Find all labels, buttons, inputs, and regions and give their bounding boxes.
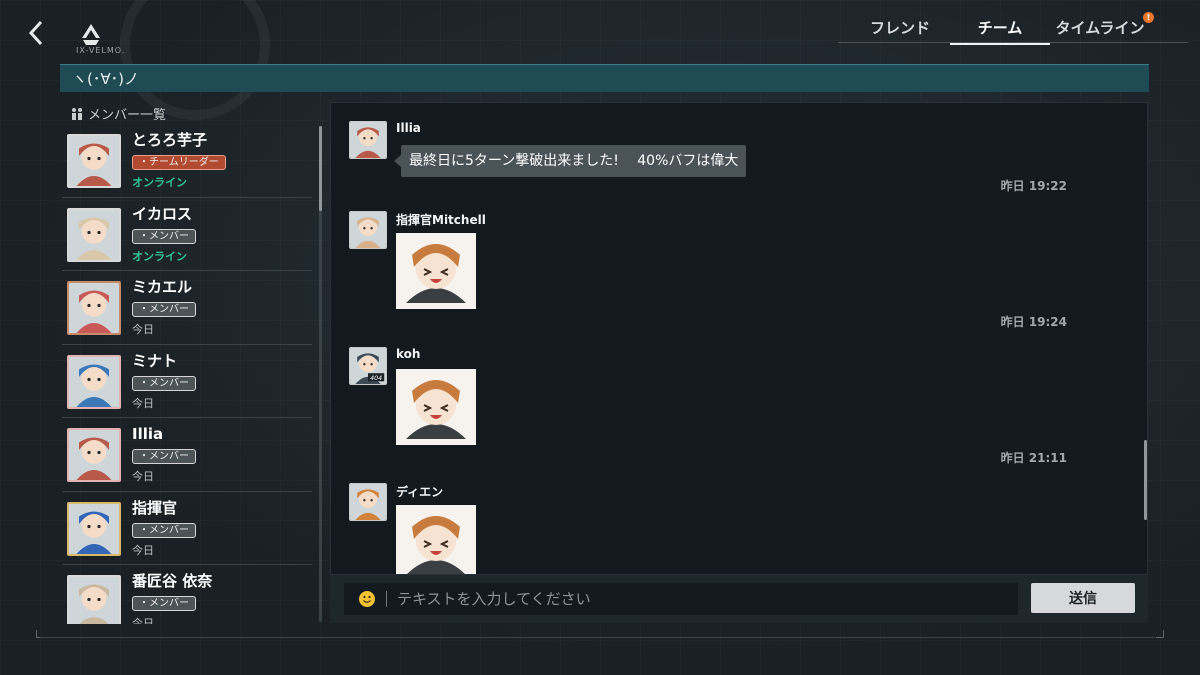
member-role-badge: ・メンバー [132, 522, 196, 538]
member-name: とろろ芋子 [132, 131, 208, 149]
member-role-badge: ・メンバー [132, 596, 196, 611]
message-text-bubble: 最終日に5ターン撃破出来ました! 40%バフは偉大 [393, 145, 747, 177]
message-sender-name: ディエン [396, 485, 444, 499]
member-info: イカロス・メンバーオンライン [132, 204, 196, 264]
tab-team[interactable]: チーム [950, 14, 1050, 45]
chat-scrollbar[interactable] [1144, 440, 1147, 520]
member-info: Illia ・メンバー今日 [132, 424, 196, 484]
chat-panel: Illia 最終日に5ターン撃破出来ました! 40%バフは偉大昨日 19:22 指… [330, 102, 1148, 575]
chevron-left-icon [28, 20, 43, 46]
character-portrait-icon [69, 503, 119, 554]
members-icon [72, 107, 82, 120]
member-row[interactable]: 指揮官・メンバー今日 [62, 492, 312, 565]
member-status: 今日 [132, 470, 154, 483]
member-row[interactable]: 番匠谷 依奈 ・メンバー今日 [62, 565, 312, 624]
member-avatar [67, 134, 121, 188]
member-avatar [67, 575, 121, 624]
member-avatar [67, 281, 121, 335]
message-avatar[interactable] [349, 121, 387, 159]
member-row[interactable]: Illia ・メンバー今日 [62, 418, 312, 492]
frame-corner [1156, 630, 1164, 638]
character-portrait-icon [69, 577, 119, 624]
member-row[interactable]: イカロス・メンバーオンライン [62, 198, 312, 271]
message-avatar[interactable] [349, 211, 387, 249]
character-portrait-icon [69, 136, 119, 186]
chat-input-box [344, 583, 1018, 615]
member-list: とろろ芋子 ・チームリーダー オンライン イカロス ・メンバー オンライン ミカエル ・メ… [62, 124, 312, 624]
member-name: Illia [132, 425, 164, 443]
member-avatar [67, 501, 121, 556]
logo-text: IX-VELMO. [76, 46, 126, 55]
member-role-badge: ・メンバー [132, 302, 196, 317]
member-row[interactable]: ミカエル・メンバー今日 [62, 271, 312, 345]
character-portrait-icon [69, 430, 119, 480]
avatar-badge-text: 404 [370, 375, 382, 382]
input-separator [386, 591, 387, 607]
member-status: オンライン [132, 176, 187, 189]
member-info: とろろ芋子・チームリーダー オンライン [132, 130, 226, 190]
member-role-badge: ・メンバー [132, 375, 196, 391]
message-avatar[interactable]: 404 [349, 347, 387, 385]
member-avatar [67, 428, 121, 482]
message-timestamp: 昨日 21:11 [1000, 451, 1067, 465]
chibi-girl-heart-sticker-icon [396, 505, 476, 574]
frame-bottom-line [40, 637, 1155, 638]
member-name: 番匠谷 依奈 [132, 572, 213, 590]
chibi-girl-laughing-sticker-icon [396, 369, 476, 445]
member-status: 今日 [132, 543, 154, 557]
member-status: オンライン [132, 249, 187, 263]
send-button[interactable]: 送信 [1031, 583, 1135, 613]
member-role-badge: ・メンバー [132, 449, 196, 464]
team-name: ヽ(･∀･)ノ [72, 70, 139, 88]
character-portrait-icon [69, 209, 119, 260]
member-row[interactable]: ミナト・メンバー今日 [62, 345, 312, 418]
top-tabs: フレンド チーム タイムライン ! [850, 12, 1154, 45]
members-header: メンバー一覧 [70, 104, 166, 123]
emoji-icon[interactable] [358, 590, 376, 608]
message-sticker[interactable] [396, 505, 476, 574]
member-row[interactable]: とろろ芋子・チームリーダー オンライン [62, 124, 312, 198]
member-status: 今日 [132, 396, 154, 410]
tab-friends[interactable]: フレンド [850, 14, 950, 42]
notification-badge: ! [1143, 12, 1154, 23]
message-sender-name: 指揮官Mitchell [396, 213, 486, 227]
character-portrait-icon [69, 356, 119, 407]
chibi-girl-smiling-sticker-icon [396, 233, 476, 309]
character-portrait-icon [350, 484, 386, 520]
tab-divider [838, 42, 1188, 43]
member-name: 指揮官 [132, 498, 178, 517]
character-portrait-icon [69, 283, 119, 333]
message-avatar[interactable] [349, 483, 387, 521]
members-title: メンバー一覧 [88, 108, 167, 123]
character-portrait-icon: 404 [350, 348, 386, 384]
tab-timeline[interactable]: タイムライン ! [1050, 12, 1154, 42]
member-role-badge: ・メンバー [132, 228, 196, 244]
member-status: 今日 [132, 323, 154, 336]
message-timestamp: 昨日 19:22 [1000, 179, 1067, 193]
member-list-scrollbar[interactable] [319, 126, 322, 211]
message-sticker[interactable] [396, 369, 476, 445]
member-name: イカロス [132, 204, 193, 223]
member-info: 指揮官・メンバー今日 [132, 498, 196, 558]
member-name: ミカエル [132, 278, 193, 296]
character-portrait-icon [350, 122, 386, 158]
chat-text-input[interactable] [397, 590, 987, 608]
member-avatar [67, 207, 121, 262]
member-info: ミカエル・メンバー今日 [132, 277, 196, 337]
message-timestamp: 昨日 19:24 [1000, 315, 1067, 329]
member-info: ミナト・メンバー今日 [132, 351, 196, 411]
member-name: ミナト [132, 351, 178, 370]
member-avatar [67, 354, 121, 409]
message-sender-name: koh [396, 347, 421, 361]
member-info: 番匠谷 依奈 ・メンバー今日 [132, 571, 212, 624]
team-name-bar: ヽ(･∀･)ノ [60, 64, 1149, 92]
message-sticker[interactable] [396, 233, 476, 309]
chat-input-bar: 送信 [330, 575, 1148, 623]
back-button[interactable] [22, 18, 50, 48]
leader-role-badge: ・チームリーダー [132, 155, 226, 170]
member-status: 今日 [132, 617, 154, 624]
character-portrait-icon [350, 212, 386, 248]
message-sender-name: Illia [396, 121, 421, 135]
